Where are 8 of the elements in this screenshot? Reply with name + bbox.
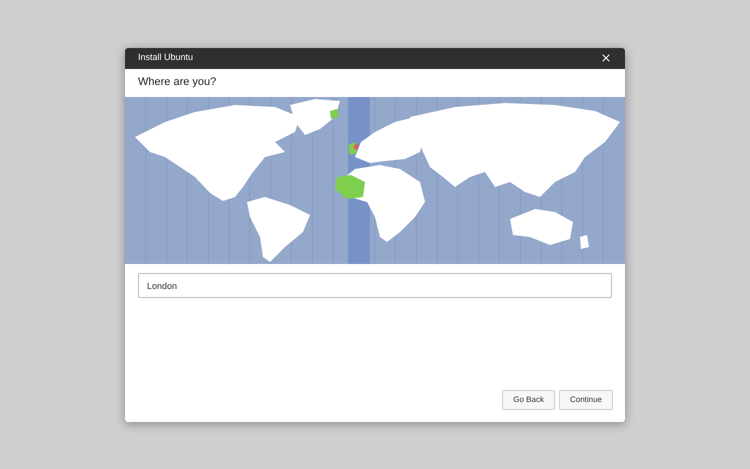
world-map-drawing[interactable] <box>125 96 625 264</box>
back-button[interactable]: Go Back <box>502 390 555 410</box>
location-field[interactable]: London <box>138 273 612 298</box>
close-button[interactable] <box>600 52 612 64</box>
page-heading: Where are you? <box>138 75 216 90</box>
continue-button[interactable]: Continue <box>558 390 613 410</box>
window-title: Install Ubuntu <box>138 51 194 64</box>
close-icon <box>600 52 612 64</box>
